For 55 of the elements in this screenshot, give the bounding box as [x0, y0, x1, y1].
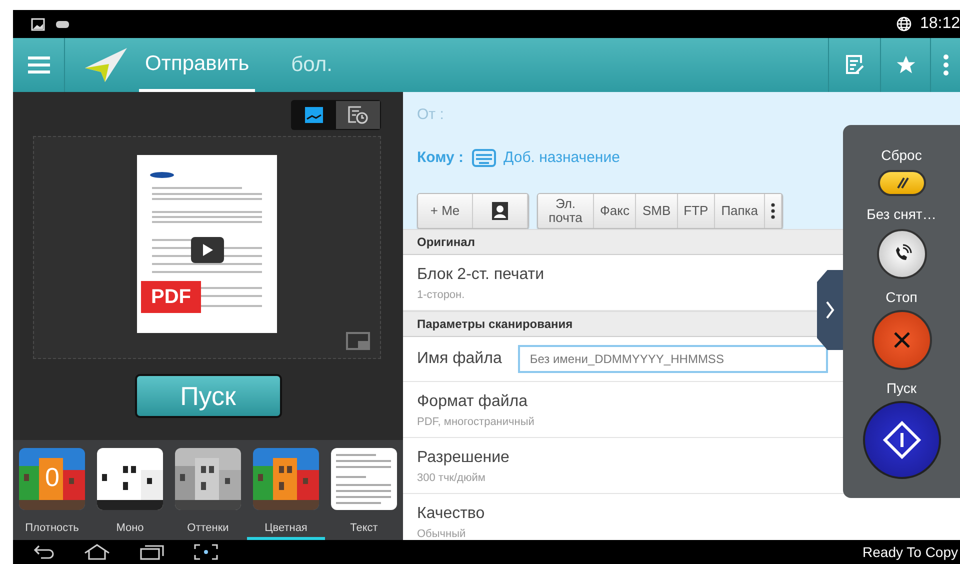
- recent-apps-icon[interactable]: [139, 544, 165, 560]
- from-label: От :: [417, 105, 445, 125]
- destination-button[interactable]: Факс: [594, 194, 636, 228]
- document-clock-icon: [347, 105, 369, 125]
- globe-icon: [896, 16, 912, 32]
- home-icon[interactable]: [83, 544, 111, 560]
- screenshot-icon[interactable]: [193, 543, 219, 561]
- note-pencil-icon: [844, 53, 866, 77]
- destination-button[interactable]: FTP: [678, 194, 716, 228]
- field-label: Имя файла: [417, 349, 502, 369]
- button-label: Сброс: [881, 146, 922, 165]
- destination-button[interactable]: Папка: [715, 194, 766, 228]
- contact-icon: [490, 201, 510, 221]
- more-icon: [942, 54, 948, 76]
- settings-item[interactable]: Качество Обычный: [417, 502, 807, 540]
- status-text: Ready To Copy: [862, 542, 959, 562]
- button-label: Стоп: [886, 288, 918, 307]
- pdf-badge: PDF: [141, 281, 201, 313]
- filename-field[interactable]: Без имени_DDMMYYYY_HHMMSS: [518, 345, 828, 373]
- density-value: 0: [43, 464, 62, 490]
- more-button[interactable]: [765, 194, 782, 228]
- destination-button[interactable]: Эл. почта: [538, 194, 594, 228]
- to-label: Кому :: [417, 148, 464, 168]
- back-icon[interactable]: [33, 545, 55, 559]
- color-mode-option[interactable]: Цветная: [247, 440, 325, 540]
- color-mode-option[interactable]: Моно: [91, 440, 169, 540]
- contacts-button[interactable]: [473, 194, 528, 228]
- chevron-icon: [825, 300, 835, 320]
- button-label: Без снят…: [866, 205, 936, 224]
- close-icon: [892, 330, 912, 350]
- button-label: Пуск: [886, 379, 917, 398]
- history-view-button[interactable]: [336, 101, 380, 129]
- play-button[interactable]: [191, 237, 224, 263]
- thumbnail-view-icon: [346, 332, 370, 350]
- star-icon: [894, 54, 916, 76]
- keyboard-icon: [472, 148, 496, 167]
- paper-plane-icon: [83, 46, 129, 84]
- diamond-icon: [882, 420, 922, 460]
- settings-item[interactable]: Разрешение 300 тчк/дюйм: [417, 446, 807, 486]
- destination-button[interactable]: SMB: [636, 194, 678, 228]
- color-mode-option[interactable]: 0 Плотность: [13, 440, 91, 540]
- image-icon: [304, 106, 324, 124]
- settings-item[interactable]: Формат файла PDF, многостраничный: [417, 390, 807, 430]
- settings-item[interactable]: Блок 2-ст. печати 1-сторон.: [417, 263, 807, 304]
- more-icon: [771, 203, 776, 219]
- color-mode-option[interactable]: Оттенки: [169, 440, 247, 540]
- collapse-handle[interactable]: [817, 270, 843, 350]
- on-hook-button[interactable]: [876, 229, 926, 279]
- gallery-icon: [31, 18, 45, 30]
- play-icon: [202, 243, 214, 257]
- color-mode-option[interactable]: Текст: [325, 440, 403, 540]
- menu-icon: [26, 55, 50, 75]
- reset-button[interactable]: [878, 170, 926, 196]
- destination-button[interactable]: + Me: [418, 194, 473, 228]
- clock-time: 18:12: [920, 14, 960, 34]
